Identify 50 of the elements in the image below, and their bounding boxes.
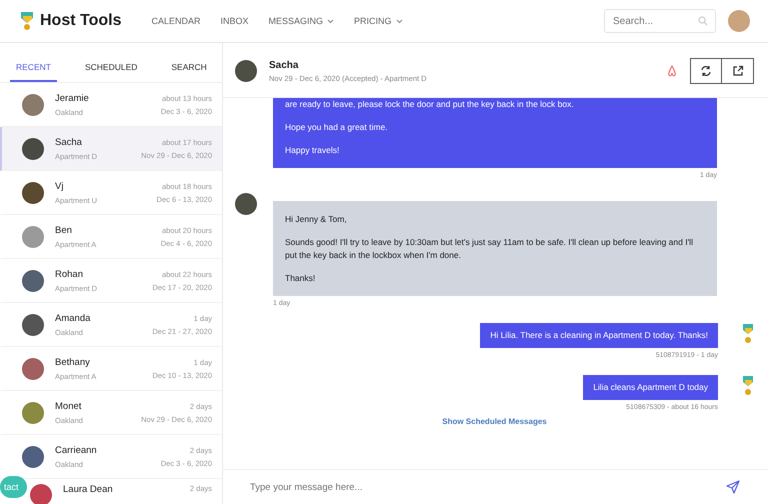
message-text: Hi Lilia. There is a cleaning in Apartment D today. Thanks!: [490, 329, 708, 342]
search-icon: [698, 16, 708, 26]
guest-name: Carrieann: [55, 444, 98, 456]
tab[interactable]: SEARCH: [165, 57, 213, 82]
guest-name: Sacha: [269, 60, 300, 70]
guest-avatar: [235, 193, 257, 216]
message-text: Happy travels!: [285, 144, 340, 156]
guest-avatar: [22, 94, 44, 116]
guest-name: Laura Dean: [63, 484, 114, 495]
guest-name: Monet: [55, 400, 82, 412]
guest-avatar: [22, 358, 44, 380]
guest-name: Ben: [55, 224, 73, 236]
tab[interactable]: RECENT: [10, 57, 57, 82]
message-text: Sounds good! I'll try to leave by 10:30am but let's just say 11am to be safe. I'll clean up before leaving and I'll put the key back in the lockbox when I'm done.: [285, 236, 694, 262]
refresh-icon: [700, 65, 712, 77]
nav-link[interactable]: PRICING: [346, 12, 411, 30]
guest-avatar: [22, 182, 44, 204]
nav-link[interactable]: CALENDAR: [143, 12, 208, 30]
guest-avatar: [235, 60, 257, 82]
message-text: Hi Jenny & Tom,: [285, 213, 348, 226]
message-text: Thanks!: [285, 272, 316, 284]
nav-link[interactable]: INBOX: [212, 12, 257, 30]
tab[interactable]: SCHEDULED: [78, 57, 144, 82]
nav-link[interactable]: MESSAGING: [260, 12, 342, 30]
send-icon[interactable]: [726, 480, 740, 494]
guest-avatar: [22, 446, 44, 468]
guest-avatar: [22, 138, 44, 160]
medal-icon: [742, 375, 754, 397]
guest-avatar: [22, 270, 44, 292]
message-text: are ready to leave, please lock the door and put the key back in the lock box.: [285, 98, 575, 111]
guest-name: Bethany: [55, 356, 91, 368]
guest-name: Vj: [55, 180, 64, 192]
search-field[interactable]: Search...: [604, 9, 716, 33]
external-link-icon: [732, 65, 744, 77]
show-scheduled-link[interactable]: Show Scheduled Messages: [442, 416, 547, 426]
guest-name: Jeramie: [55, 92, 90, 104]
logo-icon: [20, 11, 34, 31]
guest-name: Rohan: [55, 268, 84, 280]
guest-avatar: [30, 484, 52, 504]
guest-avatar: [22, 314, 44, 336]
refresh-button[interactable]: [690, 58, 722, 84]
guest-name: Amanda: [55, 312, 92, 324]
brand-name[interactable]: Host Tools: [40, 12, 122, 30]
guest-name: Sacha: [55, 136, 83, 148]
medal-icon: [742, 323, 754, 346]
message-text: Hope you had a great time.: [285, 120, 389, 134]
message-text: Lilia cleans Apartment D today: [593, 381, 708, 394]
guest-avatar: [22, 226, 44, 248]
open-external-button[interactable]: [722, 58, 754, 84]
guest-avatar: [22, 402, 44, 424]
